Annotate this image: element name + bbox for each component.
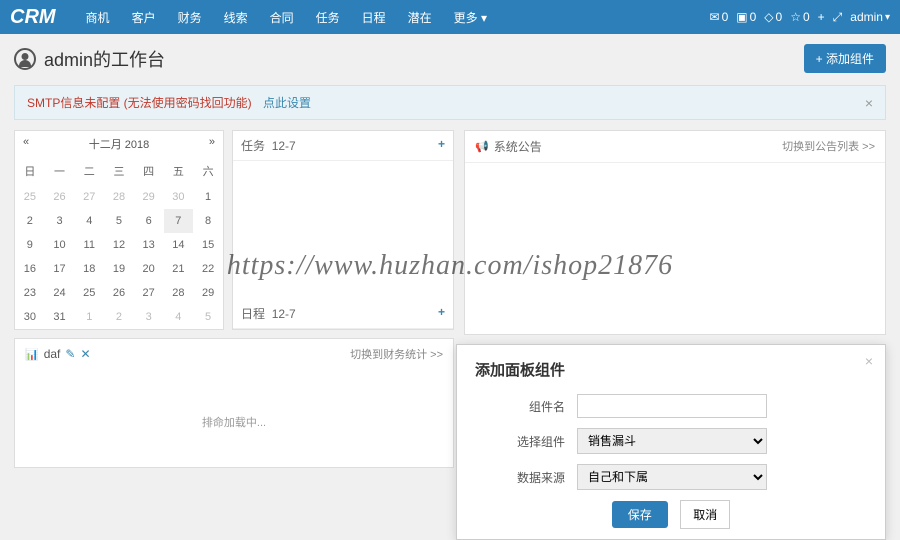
calendar-day[interactable]: 10 — [45, 233, 75, 257]
nav-item-0[interactable]: 商机 — [76, 3, 120, 32]
task-panel: 任务 12-7 + 日程 12-7 + — [232, 130, 454, 330]
calendar-day[interactable]: 20 — [134, 257, 164, 281]
smtp-alert: SMTP信息未配置 (无法使用密码找回功能) 点此设置 × — [14, 85, 886, 120]
calendar-day[interactable]: 4 — [74, 209, 104, 233]
diamond-icon[interactable]: ◇ 0 — [764, 10, 782, 24]
calendar-day[interactable]: 29 — [193, 281, 223, 305]
calendar-day[interactable]: 3 — [134, 305, 164, 329]
daf-panel: 📊 daf ✎ ✕ 切换到财务统计 >> 排命加载中... — [14, 338, 454, 468]
top-navbar: CRM 商机客户财务线索合同任务日程潜在更多 ▾ ✉ 0 ▣ 0 ◇ 0 ☆ 0… — [0, 0, 900, 34]
chart-icon: 📊 — [25, 348, 39, 361]
calendar-day[interactable]: 12 — [104, 233, 134, 257]
calendar-day[interactable]: 5 — [193, 305, 223, 329]
nav-item-4[interactable]: 合同 — [260, 3, 304, 32]
calendar-day[interactable]: 17 — [45, 257, 75, 281]
calendar-day[interactable]: 26 — [45, 185, 75, 209]
user-menu[interactable]: admin ▾ — [850, 10, 890, 24]
calendar-day[interactable]: 1 — [74, 305, 104, 329]
calendar-day[interactable]: 26 — [104, 281, 134, 305]
calendar-day[interactable]: 31 — [45, 305, 75, 329]
calendar-day[interactable]: 28 — [104, 185, 134, 209]
cal-next-icon[interactable]: » — [209, 136, 215, 152]
modal-close-icon[interactable]: × — [865, 353, 873, 369]
select-widget-label: 选择组件 — [475, 433, 565, 450]
calendar-day[interactable]: 19 — [104, 257, 134, 281]
page-title: admin的工作台 — [14, 46, 165, 72]
nav-item-1[interactable]: 客户 — [122, 3, 166, 32]
calendar-day[interactable]: 25 — [15, 185, 45, 209]
calendar-day[interactable]: 13 — [134, 233, 164, 257]
alert-config-link[interactable]: 点此设置 — [263, 96, 311, 110]
add-task-icon[interactable]: + — [438, 137, 445, 154]
calendar-day[interactable]: 8 — [193, 209, 223, 233]
calendar-day[interactable]: 28 — [164, 281, 194, 305]
brand-logo: CRM — [10, 6, 56, 29]
calendar-day[interactable]: 25 — [74, 281, 104, 305]
calendar-day[interactable]: 18 — [74, 257, 104, 281]
calendar-day[interactable]: 3 — [45, 209, 75, 233]
calendar-day[interactable]: 2 — [15, 209, 45, 233]
calendar-day[interactable]: 2 — [104, 305, 134, 329]
calendar-day[interactable]: 9 — [15, 233, 45, 257]
calendar-day[interactable]: 29 — [134, 185, 164, 209]
expand-icon[interactable]: ⤢ — [833, 10, 843, 25]
calendar-day[interactable]: 27 — [74, 185, 104, 209]
calendar-day[interactable]: 16 — [15, 257, 45, 281]
calendar-day[interactable]: 27 — [134, 281, 164, 305]
calendar-day[interactable]: 7 — [164, 209, 194, 233]
loading-text: 排命加载中... — [15, 369, 453, 430]
add-widget-modal: × 添加面板组件 组件名 选择组件 销售漏斗 数据来源 自己和下属 保存 取消 — [456, 344, 886, 540]
nav-item-6[interactable]: 日程 — [352, 3, 396, 32]
calendar-table: 日一二三四五六 25262728293012345678910111213141… — [15, 157, 223, 329]
calendar-day[interactable]: 5 — [104, 209, 134, 233]
calendar-day[interactable]: 24 — [45, 281, 75, 305]
chat-icon[interactable]: ▣ 0 — [736, 10, 756, 24]
cal-prev-icon[interactable]: « — [23, 136, 29, 152]
main-nav: 商机客户财务线索合同任务日程潜在更多 ▾ — [76, 3, 710, 32]
add-schedule-icon[interactable]: + — [438, 305, 445, 322]
data-source-dropdown[interactable]: 自己和下属 — [577, 464, 767, 490]
switch-announce-link[interactable]: 切换到公告列表 >> — [782, 138, 875, 155]
calendar-panel: « 十二月 2018 » 日一二三四五六 2526272829301234567… — [14, 130, 224, 330]
save-button[interactable]: 保存 — [612, 501, 668, 528]
calendar-day[interactable]: 11 — [74, 233, 104, 257]
alert-text: SMTP信息未配置 (无法使用密码找回功能) — [27, 96, 252, 110]
widget-name-label: 组件名 — [475, 398, 565, 415]
plus-icon[interactable]: + — [818, 10, 825, 24]
calendar-day[interactable]: 30 — [164, 185, 194, 209]
pencil-icon[interactable]: ✎ — [65, 347, 75, 361]
calendar-day[interactable]: 4 — [164, 305, 194, 329]
nav-item-8[interactable]: 更多 ▾ — [444, 3, 497, 32]
modal-title: 添加面板组件 — [475, 359, 867, 380]
announcement-panel: 📢 系统公告 切换到公告列表 >> — [464, 130, 886, 335]
nav-item-7[interactable]: 潜在 — [398, 3, 442, 32]
user-avatar-icon — [14, 48, 36, 70]
calendar-day[interactable]: 14 — [164, 233, 194, 257]
select-widget-dropdown[interactable]: 销售漏斗 — [577, 428, 767, 454]
delete-icon[interactable]: ✕ — [80, 347, 90, 361]
calendar-day[interactable]: 6 — [134, 209, 164, 233]
calendar-day[interactable]: 30 — [15, 305, 45, 329]
calendar-day[interactable]: 23 — [15, 281, 45, 305]
calendar-title: 十二月 2018 — [89, 136, 150, 152]
star-icon[interactable]: ☆ 0 — [790, 10, 809, 24]
topbar-right: ✉ 0 ▣ 0 ◇ 0 ☆ 0 + ⤢ admin ▾ — [710, 10, 891, 25]
calendar-day[interactable]: 22 — [193, 257, 223, 281]
speaker-icon: 📢 — [475, 140, 489, 153]
switch-finance-link[interactable]: 切换到财务统计 >> — [350, 346, 443, 362]
cancel-button[interactable]: 取消 — [680, 500, 730, 529]
close-icon[interactable]: × — [865, 95, 873, 111]
calendar-day[interactable]: 21 — [164, 257, 194, 281]
calendar-day[interactable]: 1 — [193, 185, 223, 209]
calendar-day[interactable]: 15 — [193, 233, 223, 257]
data-source-label: 数据来源 — [475, 469, 565, 486]
nav-item-2[interactable]: 财务 — [168, 3, 212, 32]
add-widget-button[interactable]: + 添加组件 — [804, 44, 886, 73]
widget-name-input[interactable] — [577, 394, 767, 418]
nav-item-5[interactable]: 任务 — [306, 3, 350, 32]
mail-icon[interactable]: ✉ 0 — [710, 10, 729, 24]
nav-item-3[interactable]: 线索 — [214, 3, 258, 32]
